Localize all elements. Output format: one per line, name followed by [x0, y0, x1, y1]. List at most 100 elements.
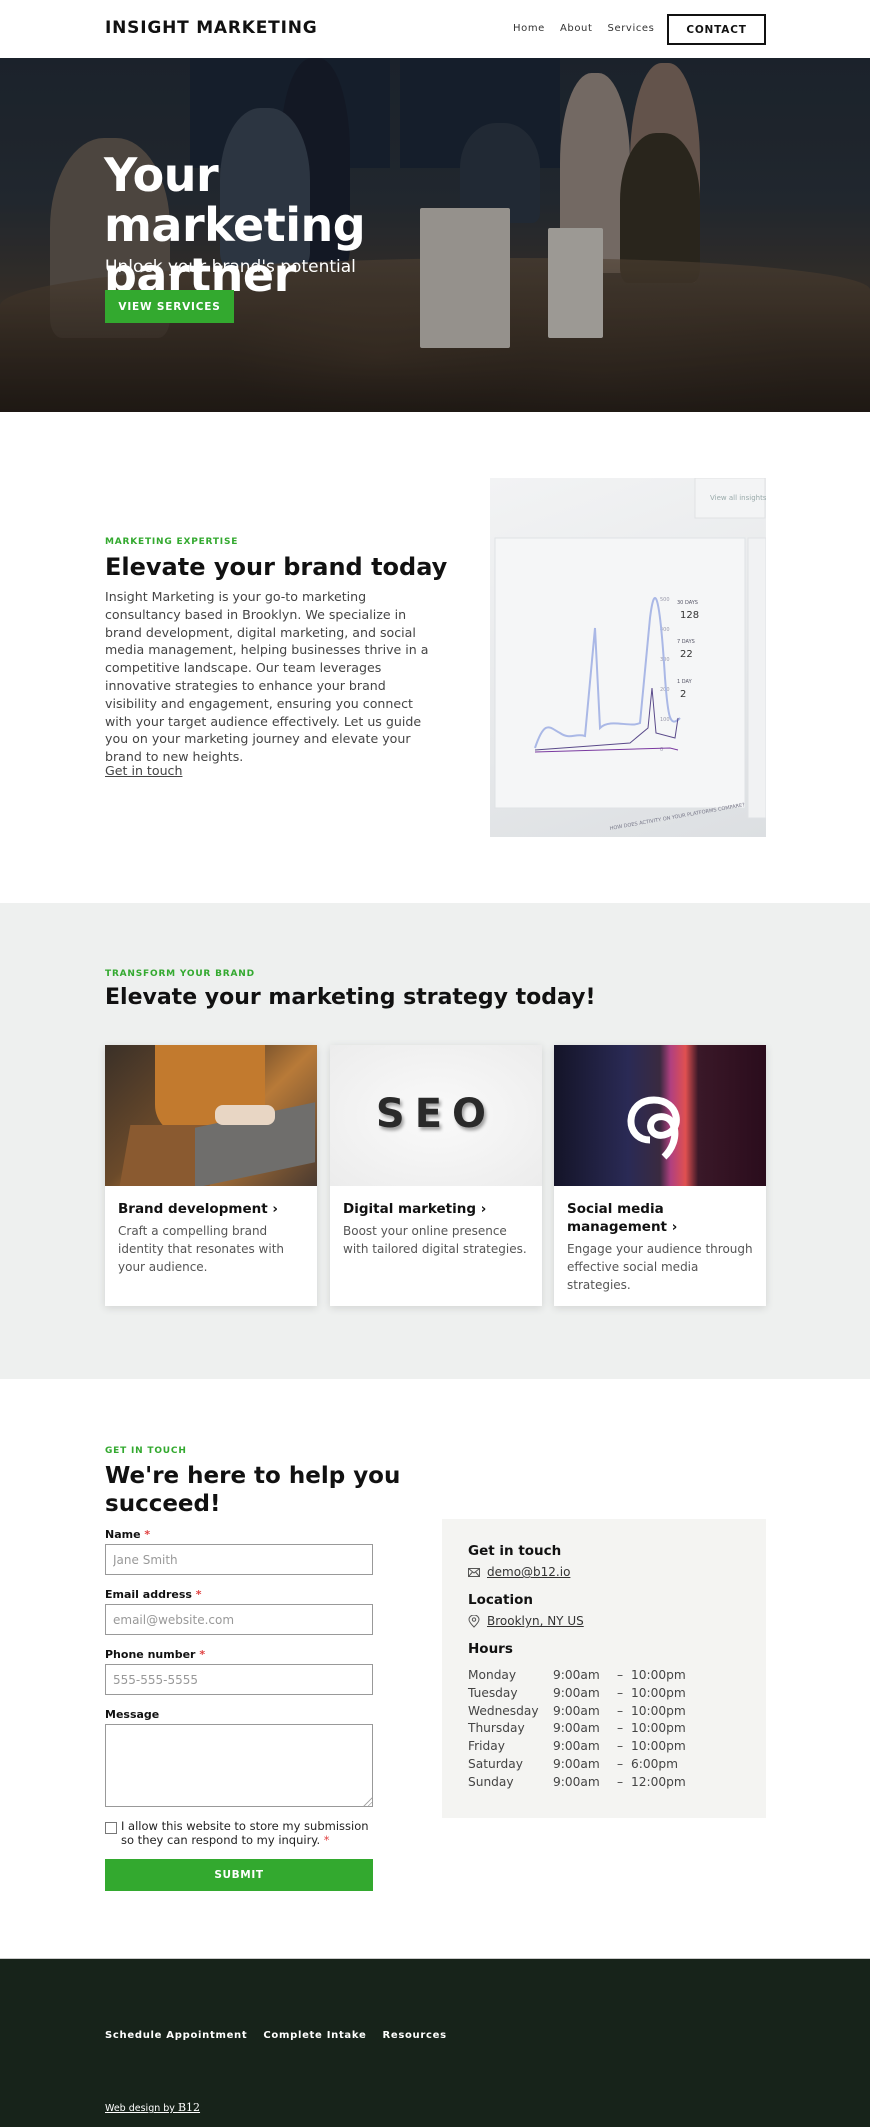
chevron-right-icon: › [480, 1201, 487, 1217]
about-eyebrow: MARKETING EXPERTISE [105, 537, 239, 547]
b12-logo: B12 [177, 2101, 201, 2114]
hours-table: Monday 9:00am –10:00pm Tuesday 9:00am –10:00p… [468, 1667, 686, 1792]
map-pin-icon [468, 1614, 480, 1628]
name-input[interactable] [105, 1544, 373, 1575]
email-row: demo@b12.io [468, 1565, 570, 1579]
day: Tuesday [468, 1685, 518, 1700]
email-label: Email address * [105, 1588, 202, 1601]
service-card-description: Engage your audience through effective s… [567, 1242, 753, 1292]
dash: – [616, 1721, 624, 1736]
location-link[interactable]: Brooklyn, NY US [487, 1614, 584, 1628]
message-textarea[interactable] [105, 1724, 373, 1807]
hours-row: Friday 9:00am –10:00pm [468, 1738, 686, 1756]
service-card-title: Social media management › [567, 1201, 678, 1235]
name-label: Name * [105, 1528, 151, 1541]
service-card-social-media[interactable]: Social media management › Engage your au… [554, 1045, 766, 1306]
required-mark: * [323, 1833, 330, 1847]
chevron-right-icon: › [272, 1201, 278, 1217]
footer-link-resources[interactable]: Resources [382, 2030, 446, 2041]
dash: – [616, 1703, 624, 1718]
contact-button[interactable]: CONTACT [667, 14, 766, 45]
required-mark: * [195, 1588, 202, 1601]
threads-logo-icon [627, 1096, 680, 1160]
get-in-touch-link[interactable]: Get in touch [105, 763, 182, 778]
day: Sunday [468, 1774, 514, 1789]
email-link[interactable]: demo@b12.io [487, 1565, 570, 1579]
site-footer: Schedule Appointment Complete Intake Res… [0, 1958, 870, 2127]
open-time: 9:00am [553, 1685, 600, 1700]
location-heading: Location [468, 1592, 533, 1608]
contact-title: We're here to help you succeed! [105, 1463, 401, 1517]
message-label: Message [105, 1708, 160, 1721]
open-time: 9:00am [553, 1703, 600, 1718]
legend-label: 30 DAYS [677, 600, 698, 606]
required-mark: * [199, 1648, 206, 1661]
envelope-icon [468, 1567, 480, 1577]
hours-row: Wednesday 9:00am –10:00pm [468, 1703, 686, 1721]
close-time: 6:00pm [631, 1756, 678, 1771]
day: Monday [468, 1668, 517, 1682]
service-card-digital-marketing[interactable]: SEO Digital marketing › Boost your onlin… [330, 1045, 542, 1306]
main-nav: Home About Services [513, 23, 654, 34]
open-time: 9:00am [553, 1739, 600, 1754]
y-tick-label: 500 [660, 597, 670, 603]
footer-nav: Schedule Appointment Complete Intake Res… [105, 2030, 447, 2041]
nav-services[interactable]: Services [608, 23, 655, 34]
legend-label: 7 DAYS [677, 639, 695, 645]
contact-info-panel: Get in touch demo@b12.io Location Brookl… [442, 1519, 766, 1818]
service-image-seo: SEO [330, 1045, 542, 1186]
hours-row: Thursday 9:00am –10:00pm [468, 1720, 686, 1738]
submit-button[interactable]: SUBMIT [105, 1859, 373, 1891]
y-tick-label: 200 [660, 687, 670, 693]
consent-checkbox[interactable] [105, 1822, 117, 1834]
dashboard-illustration: View all insights → 30 DAYS 128 7 DAYS 2… [494, 478, 766, 832]
about-text: Insight Marketing is your go-to marketin… [105, 589, 429, 765]
service-card-title: Brand development › [118, 1201, 278, 1217]
site-logo[interactable]: INSIGHT MARKETING [105, 18, 317, 38]
hero-title: Your marketing partner [104, 148, 366, 302]
legend-label: 1 DAY [677, 679, 693, 685]
hero-section: Your marketing partner Unlock your brand… [0, 58, 870, 412]
b12-credit-link[interactable]: Web design by B12 [105, 2101, 200, 2114]
nav-about[interactable]: About [560, 23, 593, 34]
phone-label: Phone number * [105, 1648, 206, 1661]
nav-home[interactable]: Home [513, 23, 545, 34]
hours-heading: Hours [468, 1641, 513, 1657]
get-in-touch-heading: Get in touch [468, 1543, 562, 1559]
close-time: 10:00pm [631, 1721, 686, 1736]
dash: – [616, 1756, 624, 1771]
seo-letters: SEO [375, 1091, 497, 1137]
services-section: TRANSFORM YOUR BRAND Elevate your market… [0, 903, 870, 1379]
day: Saturday [468, 1756, 523, 1771]
hero-subtitle: Unlock your brand's potential [105, 257, 356, 277]
hands-shape [215, 1105, 275, 1125]
dash: – [616, 1668, 624, 1682]
day: Thursday [468, 1721, 525, 1736]
phone-input[interactable] [105, 1664, 373, 1695]
dashboard-panel [494, 537, 746, 809]
hours-row: Monday 9:00am –10:00pm [468, 1667, 686, 1685]
about-title: Elevate your brand today [105, 553, 448, 581]
service-card-brand-development[interactable]: Brand development › Craft a compelling b… [105, 1045, 317, 1306]
legend-value: 128 [680, 610, 699, 621]
close-time: 10:00pm [631, 1685, 686, 1700]
service-image-threads [554, 1045, 766, 1186]
close-time: 10:00pm [631, 1739, 686, 1754]
services-title: Elevate your marketing strategy today! [105, 985, 596, 1010]
footer-link-schedule-appointment[interactable]: Schedule Appointment [105, 2030, 247, 2041]
open-time: 9:00am [553, 1774, 600, 1789]
service-image-laptop [105, 1045, 317, 1186]
close-time: 12:00pm [631, 1774, 686, 1789]
service-card-description: Craft a compelling brand identity that r… [118, 1224, 285, 1274]
view-services-button[interactable]: VIEW SERVICES [105, 290, 234, 323]
day: Friday [468, 1739, 505, 1754]
site-header: INSIGHT MARKETING Home About Services CO… [0, 0, 870, 58]
close-time: 10:00pm [631, 1668, 686, 1682]
legend-value: 22 [680, 649, 693, 660]
legend-value: 2 [680, 689, 686, 700]
footer-link-complete-intake[interactable]: Complete Intake [263, 2030, 366, 2041]
hours-row: Sunday 9:00am –12:00pm [468, 1774, 686, 1792]
service-card-description: Boost your online presence with tailored… [343, 1224, 527, 1256]
email-input[interactable] [105, 1604, 373, 1635]
view-insights-text: View all insights → [710, 494, 766, 502]
